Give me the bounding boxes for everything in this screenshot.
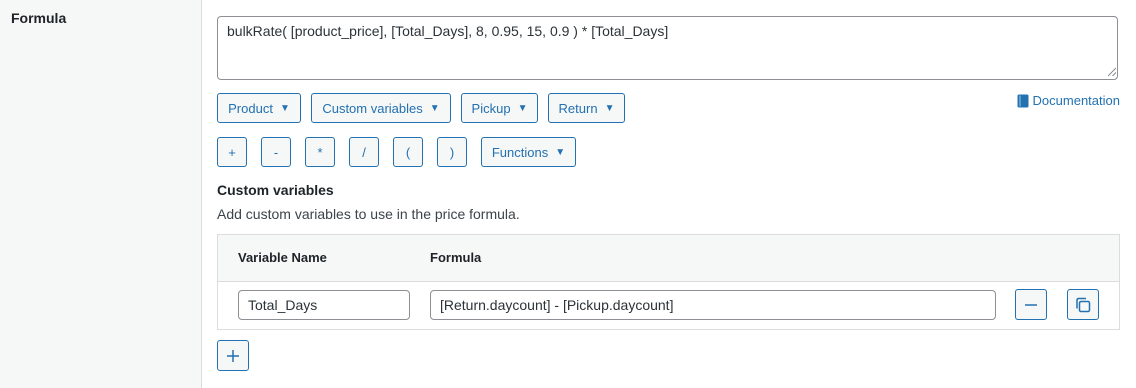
variable-formula-input[interactable]: [Return.daycount] - [Pickup.daycount] bbox=[430, 290, 996, 320]
return-dropdown-label: Return bbox=[558, 100, 598, 116]
documentation-link[interactable]: Documentation bbox=[1017, 93, 1120, 108]
duplicate-variable-button[interactable] bbox=[1067, 289, 1099, 320]
operator-open-paren-button[interactable]: ( bbox=[393, 137, 423, 167]
book-icon bbox=[1017, 94, 1029, 107]
add-variable-button[interactable] bbox=[217, 340, 249, 371]
caret-down-icon: ▼ bbox=[604, 102, 615, 114]
resize-handle[interactable] bbox=[1108, 68, 1118, 78]
operator-multiply-button[interactable]: * bbox=[305, 137, 335, 167]
pickup-dropdown[interactable]: Pickup ▼ bbox=[461, 93, 538, 123]
custom-variables-description: Add custom variables to use in the price… bbox=[217, 206, 520, 222]
operator-plus-button[interactable]: + bbox=[217, 137, 247, 167]
operator-minus-button[interactable]: - bbox=[261, 137, 291, 167]
functions-dropdown[interactable]: Functions ▼ bbox=[481, 137, 576, 167]
field-label-column: Formula bbox=[0, 0, 202, 388]
product-dropdown-label: Product bbox=[228, 100, 273, 116]
operator-label: + bbox=[228, 144, 236, 160]
caret-down-icon: ▼ bbox=[517, 102, 528, 114]
operator-close-paren-button[interactable]: ) bbox=[437, 137, 467, 167]
custom-variables-dropdown-label: Custom variables bbox=[322, 100, 423, 116]
functions-dropdown-label: Functions bbox=[491, 144, 549, 160]
column-header-formula: Formula bbox=[430, 250, 482, 265]
variable-name-input[interactable]: Total_Days bbox=[238, 290, 410, 320]
product-dropdown[interactable]: Product ▼ bbox=[217, 93, 301, 123]
operator-label: - bbox=[273, 144, 279, 160]
operator-label: * bbox=[317, 144, 323, 160]
operator-label: / bbox=[362, 144, 366, 160]
documentation-label: Documentation bbox=[1032, 93, 1120, 108]
operator-label: ( bbox=[405, 144, 411, 160]
custom-variables-title: Custom variables bbox=[217, 182, 334, 198]
operator-divide-button[interactable]: / bbox=[349, 137, 379, 167]
pickup-dropdown-label: Pickup bbox=[471, 100, 511, 116]
operator-label: ) bbox=[449, 144, 455, 160]
field-title: Formula bbox=[11, 10, 67, 26]
minus-icon bbox=[1025, 303, 1037, 306]
plus-icon bbox=[227, 349, 239, 362]
remove-variable-button[interactable] bbox=[1015, 289, 1047, 320]
caret-down-icon: ▼ bbox=[279, 102, 290, 114]
custom-variables-dropdown[interactable]: Custom variables ▼ bbox=[311, 93, 451, 123]
caret-down-icon: ▼ bbox=[555, 146, 566, 158]
custom-variables-table: Variable Name Formula Total_Days [Return… bbox=[217, 234, 1120, 330]
caret-down-icon: ▼ bbox=[429, 102, 440, 114]
copy-icon bbox=[1076, 297, 1091, 312]
return-dropdown[interactable]: Return ▼ bbox=[548, 93, 625, 123]
table-header: Variable Name Formula bbox=[218, 235, 1119, 282]
resize-grip-icon bbox=[1108, 68, 1116, 76]
column-header-variable-name: Variable Name bbox=[238, 250, 327, 265]
formula-textarea[interactable]: bulkRate( [product_price], [Total_Days],… bbox=[217, 16, 1118, 80]
